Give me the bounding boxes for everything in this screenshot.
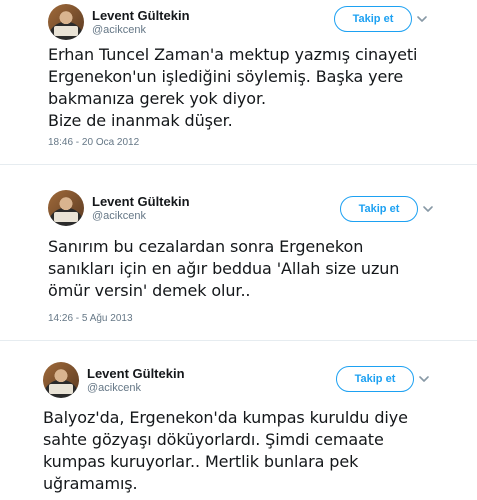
avatar[interactable] — [43, 362, 79, 398]
divider — [0, 164, 477, 165]
avatar[interactable] — [48, 190, 84, 226]
chevron-down-icon[interactable] — [415, 12, 429, 26]
chevron-down-icon[interactable] — [417, 372, 431, 386]
author-name[interactable]: Levent Gültekin — [87, 366, 185, 381]
divider — [0, 340, 477, 341]
tweet-timestamp[interactable]: 14:26 - 5 Ağu 2013 — [48, 313, 133, 324]
avatar[interactable] — [48, 4, 84, 40]
author-handle[interactable]: @acikcenk — [87, 382, 141, 394]
author-name[interactable]: Levent Gültekin — [92, 8, 190, 23]
follow-button[interactable]: Takip et — [340, 196, 418, 222]
author-name[interactable]: Levent Gültekin — [92, 194, 190, 209]
follow-button[interactable]: Takip et — [334, 6, 412, 32]
tweet-timestamp[interactable]: 18:46 - 20 Oca 2012 — [48, 137, 139, 148]
tweet-text: Sanırım bu cezalardan sonra Ergenekon sa… — [48, 237, 400, 300]
author-handle[interactable]: @acikcenk — [92, 24, 146, 36]
follow-button[interactable]: Takip et — [336, 366, 414, 392]
author-handle[interactable]: @acikcenk — [92, 210, 146, 222]
tweet-text: Erhan Tuncel Zaman'a mektup yazmış cinay… — [48, 45, 418, 130]
chevron-down-icon[interactable] — [421, 202, 435, 216]
tweet-text: Balyoz'da, Ergenekon'da kumpas kuruldu d… — [43, 408, 408, 493]
